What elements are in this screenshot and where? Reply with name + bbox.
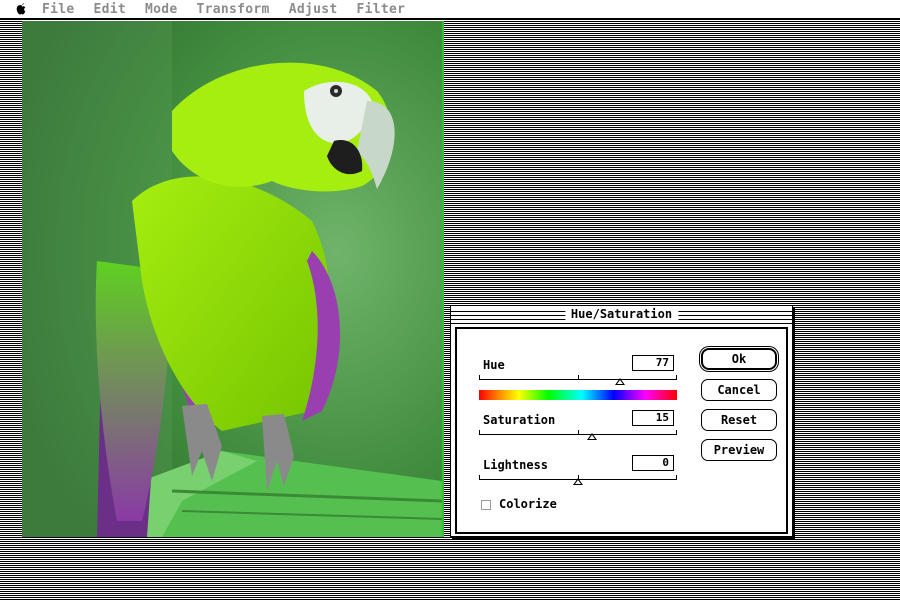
preview-button[interactable]: Preview [701, 439, 777, 461]
ok-button[interactable]: Ok [701, 348, 777, 370]
saturation-field[interactable]: 15 [632, 410, 674, 426]
hue-slider-track[interactable] [479, 375, 677, 385]
hue-saturation-dialog: Hue/Saturation Hue 77 Saturation 15 Ligh… [450, 305, 793, 537]
lightness-slider-thumb[interactable] [573, 478, 583, 485]
menu-mode[interactable]: Mode [145, 2, 178, 17]
lightness-label: Lightness [483, 458, 549, 472]
hue-field[interactable]: 77 [632, 355, 674, 371]
menu-adjust[interactable]: Adjust [289, 2, 338, 17]
menu-filter[interactable]: Filter [356, 2, 405, 17]
lightness-field[interactable]: 0 [632, 455, 674, 471]
dialog-title: Hue/Saturation [564, 306, 679, 323]
saturation-slider-track[interactable] [479, 430, 677, 440]
saturation-label: Saturation [483, 413, 556, 427]
colorize-label: Colorize [499, 497, 557, 511]
saturation-slider-thumb[interactable] [586, 433, 597, 440]
dialog-titlebar[interactable]: Hue/Saturation [451, 306, 792, 324]
lightness-slider-track[interactable] [479, 475, 677, 485]
dialog-content: Hue 77 Saturation 15 Lightness 0 Coloriz… [455, 327, 788, 534]
menu-file[interactable]: File [42, 2, 75, 17]
parrot-photo [22, 21, 442, 537]
colorize-checkbox[interactable] [481, 500, 491, 510]
cancel-button[interactable]: Cancel [701, 379, 777, 401]
menu-edit[interactable]: Edit [94, 2, 127, 17]
apple-icon[interactable] [12, 2, 32, 16]
menu-transform[interactable]: Transform [197, 2, 270, 17]
hue-slider-thumb[interactable] [614, 378, 625, 385]
reset-button[interactable]: Reset [701, 409, 777, 431]
hue-label: Hue [483, 358, 505, 372]
hue-spectrum-bar [479, 390, 677, 400]
image-canvas[interactable] [22, 21, 444, 537]
menu-bar: File Edit Mode Transform Adjust Filter [0, 0, 900, 19]
